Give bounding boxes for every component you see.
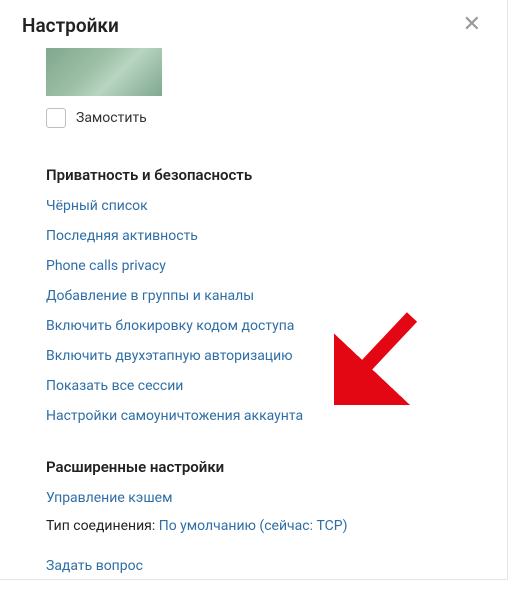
link-connection-type[interactable]: По умолчанию (сейчас: TCP) — [159, 518, 348, 534]
close-icon: ✕ — [463, 12, 481, 37]
link-manage-cache[interactable]: Управление кэшем — [46, 490, 461, 506]
close-button[interactable]: ✕ — [459, 12, 485, 38]
page-title: Настройки — [22, 14, 119, 37]
link-active-sessions[interactable]: Показать все сессии — [46, 378, 461, 394]
link-last-seen[interactable]: Последняя активность — [46, 228, 461, 244]
link-blacklist[interactable]: Чёрный список — [46, 198, 461, 214]
connection-type-label: Тип соединения: — [46, 518, 159, 534]
link-phone-calls[interactable]: Phone calls privacy — [46, 258, 461, 274]
chat-background-thumbnail[interactable] — [46, 48, 162, 96]
tile-checkbox-label: Замостить — [76, 110, 147, 126]
link-two-step-auth[interactable]: Включить двухэтапную авторизацию — [46, 348, 461, 364]
link-groups-channels[interactable]: Добавление в группы и каналы — [46, 288, 461, 304]
link-ask-question[interactable]: Задать вопрос — [46, 558, 461, 574]
connection-type-row: Тип соединения: По умолчанию (сейчас: TC… — [46, 518, 461, 534]
link-account-self-destruct[interactable]: Настройки самоуничтожения аккаунта — [46, 408, 461, 424]
privacy-section-title: Приватность и безопасность — [46, 166, 461, 184]
tile-checkbox[interactable] — [46, 108, 66, 128]
advanced-section-title: Расширенные настройки — [46, 458, 461, 476]
link-passcode-lock[interactable]: Включить блокировку кодом доступа — [46, 318, 461, 334]
